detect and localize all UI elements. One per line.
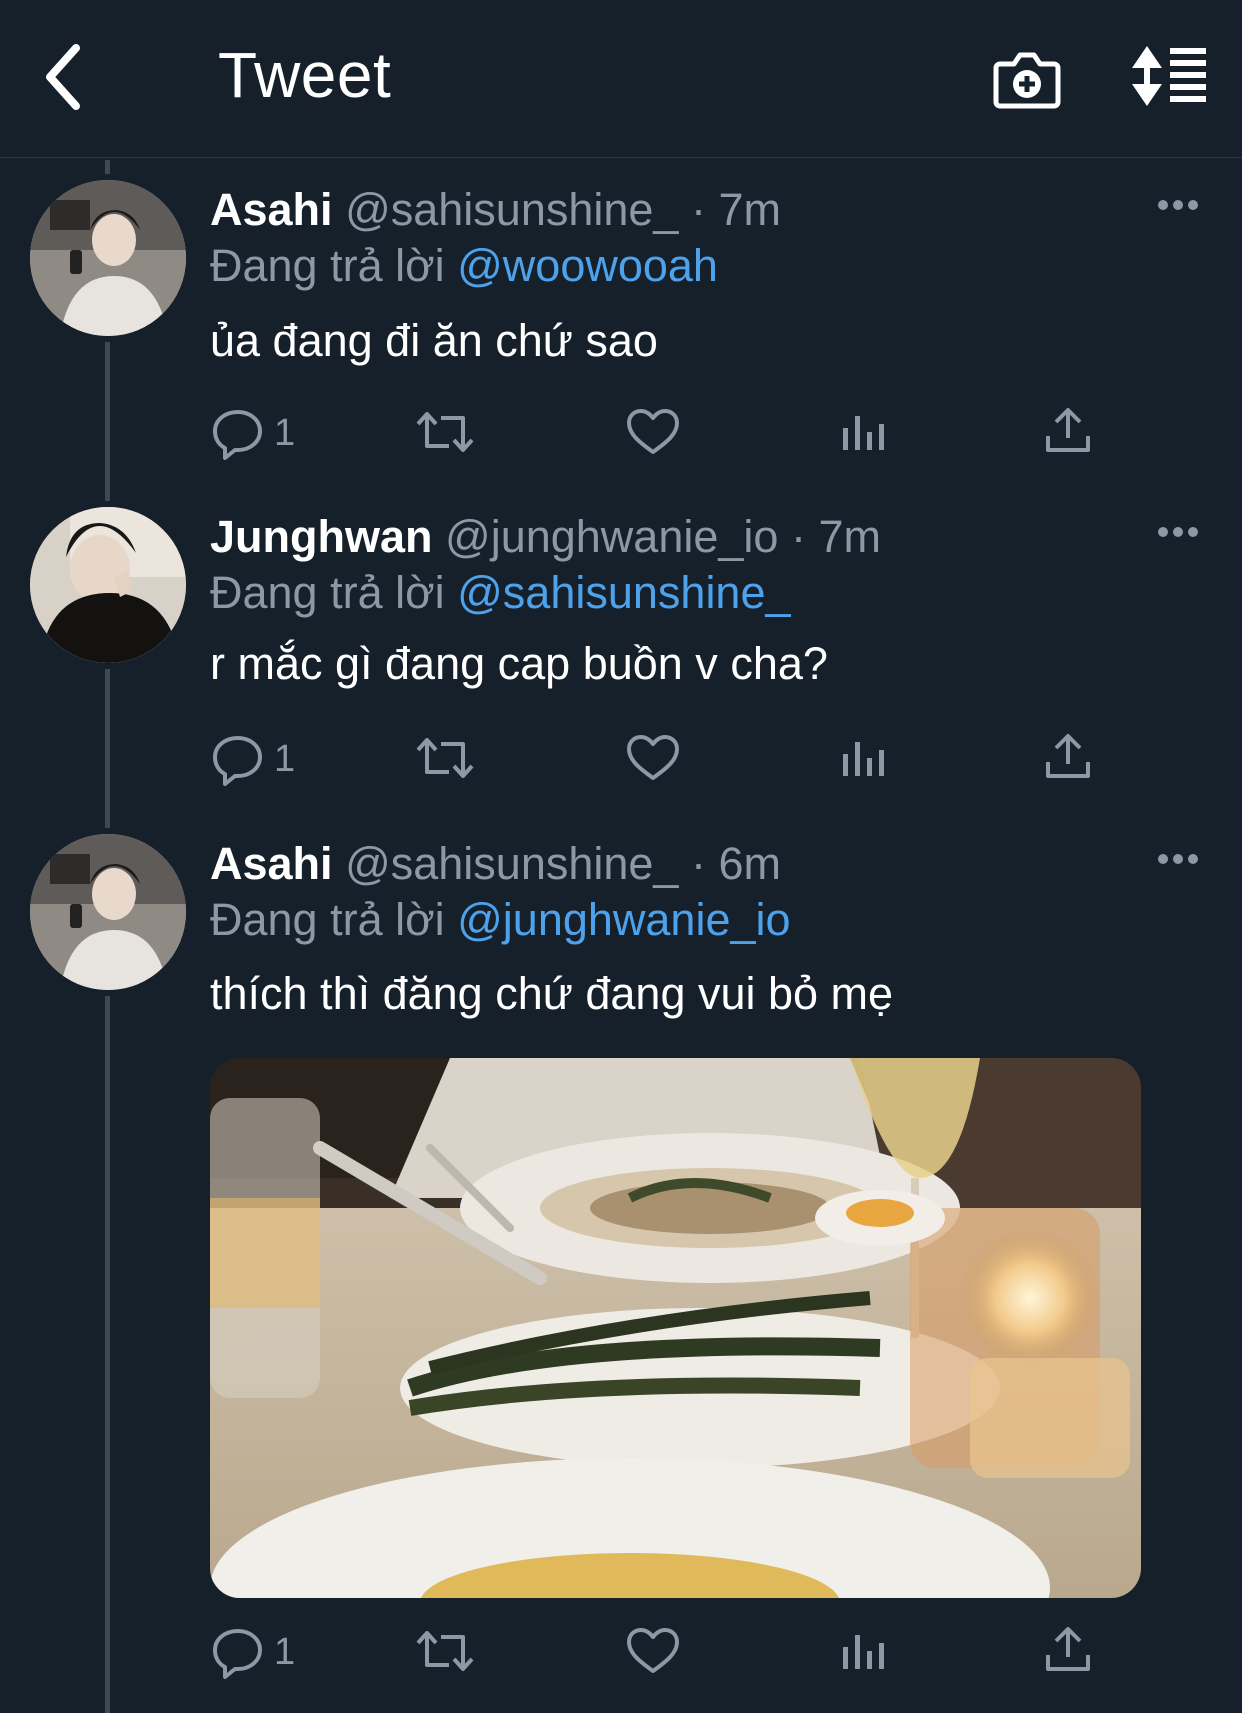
tweet-meta: Asahi @sahisunshine_ · 6m <box>210 838 781 890</box>
tweet-photo[interactable] <box>210 1058 1141 1598</box>
avatar[interactable] <box>30 180 186 336</box>
timestamp[interactable]: 7m <box>719 184 782 235</box>
avatar-photo <box>30 834 186 990</box>
reply-icon <box>213 410 262 460</box>
tweet-actions: 1 <box>210 730 1110 790</box>
reply-icon <box>213 1629 262 1679</box>
add-photo-button[interactable] <box>992 42 1062 112</box>
retweet-icon <box>416 1631 474 1671</box>
display-name[interactable]: Asahi <box>210 838 333 889</box>
user-handle[interactable]: @junghwanie_io <box>445 511 778 562</box>
display-name[interactable]: Junghwan <box>210 511 433 562</box>
more-options-button[interactable] <box>1158 200 1198 214</box>
tweet-text: r mắc gì đang cap buồn v cha? <box>210 638 828 689</box>
avatar[interactable] <box>30 834 186 990</box>
sort-list-icon <box>1132 46 1206 106</box>
dot <box>1173 854 1183 864</box>
timestamp[interactable]: 7m <box>818 511 881 562</box>
tweet-meta: Junghwan @junghwanie_io · 7m <box>210 511 881 563</box>
analytics-icon <box>843 742 884 776</box>
reply-count: 1 <box>274 1631 296 1673</box>
retweet-icon <box>416 412 474 452</box>
analytics-icon <box>843 1635 884 1669</box>
tweet-text: thích thì đăng chứ đang vui bỏ mẹ <box>210 968 894 1019</box>
avatar[interactable] <box>30 507 186 663</box>
replying-to-label: Đang trả lời <box>210 567 445 618</box>
camera-plus-icon <box>993 52 1061 109</box>
avatar-photo <box>30 180 186 336</box>
reply-to-mention[interactable]: @junghwanie_io <box>457 894 790 945</box>
meta-separator: · <box>690 184 706 235</box>
meta-separator: · <box>690 838 706 889</box>
top-bar: Tweet <box>0 0 1242 158</box>
replying-to-line: Đang trả lời @junghwanie_io <box>210 894 791 946</box>
tweet-actions: 1 <box>210 1623 1110 1683</box>
heart-icon <box>627 735 679 780</box>
tweet-text: ủa đang đi ăn chứ sao <box>210 315 658 366</box>
dot <box>1173 527 1183 537</box>
replying-to-line: Đang trả lời @woowooah <box>210 240 718 292</box>
dot <box>1188 200 1198 210</box>
dot <box>1158 200 1168 210</box>
analytics-icon <box>843 416 884 450</box>
share-icon <box>1046 734 1090 778</box>
dot <box>1158 527 1168 537</box>
reply-to-mention[interactable]: @sahisunshine_ <box>457 567 790 618</box>
user-handle[interactable]: @sahisunshine_ <box>345 838 678 889</box>
chevron-left-icon <box>46 44 80 110</box>
user-handle[interactable]: @sahisunshine_ <box>345 184 678 235</box>
dot <box>1188 527 1198 537</box>
reply-to-mention[interactable]: @woowooah <box>457 240 718 291</box>
retweet-icon <box>416 738 474 778</box>
reply-icon <box>213 736 262 786</box>
reply-count: 1 <box>274 412 296 454</box>
back-button[interactable] <box>40 42 90 112</box>
more-options-button[interactable] <box>1158 854 1198 868</box>
heart-icon <box>627 1628 679 1673</box>
dinner-table-photo <box>210 1058 1141 1598</box>
dot <box>1158 854 1168 864</box>
reply-count: 1 <box>274 738 296 780</box>
tweet-actions: 1 <box>210 404 1110 464</box>
page-title: Tweet <box>218 39 392 111</box>
timestamp[interactable]: 6m <box>719 838 782 889</box>
replying-to-label: Đang trả lời <box>210 240 445 291</box>
dot <box>1173 200 1183 210</box>
replying-to-line: Đang trả lời @sahisunshine_ <box>210 567 791 619</box>
dot <box>1188 854 1198 864</box>
more-options-button[interactable] <box>1158 527 1198 541</box>
avatar-photo <box>30 507 186 663</box>
replying-to-label: Đang trả lời <box>210 894 445 945</box>
display-name[interactable]: Asahi <box>210 184 333 235</box>
tweet-meta: Asahi @sahisunshine_ · 7m <box>210 184 781 236</box>
share-icon <box>1046 1627 1090 1671</box>
sort-replies-button[interactable] <box>1130 44 1210 108</box>
heart-icon <box>627 409 679 454</box>
share-icon <box>1046 408 1090 452</box>
meta-separator: · <box>790 511 806 562</box>
